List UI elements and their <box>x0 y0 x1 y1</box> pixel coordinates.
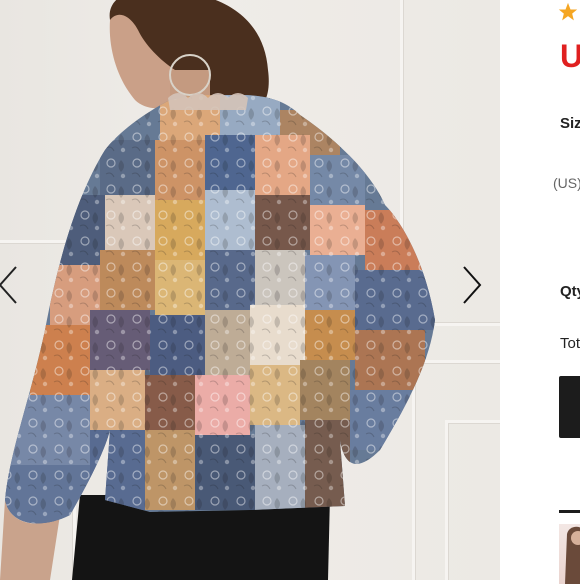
product-photo <box>0 0 435 580</box>
add-to-bag-button[interactable] <box>559 376 580 438</box>
star-icon <box>558 2 578 21</box>
section-divider <box>559 510 580 513</box>
product-price: U <box>560 38 580 74</box>
prev-image-button[interactable] <box>0 255 28 315</box>
total-label: Tota <box>560 335 580 352</box>
chevron-left-icon <box>0 266 17 304</box>
product-image-gallery <box>0 0 500 580</box>
product-thumbnail[interactable] <box>559 524 580 584</box>
qty-label: Qty <box>560 283 580 300</box>
thumbnail-photo <box>565 526 580 584</box>
next-image-button[interactable] <box>452 255 492 315</box>
size-label: Siz <box>560 115 580 132</box>
size-unit-label: (US) <box>553 175 580 191</box>
chevron-right-icon <box>463 266 482 304</box>
